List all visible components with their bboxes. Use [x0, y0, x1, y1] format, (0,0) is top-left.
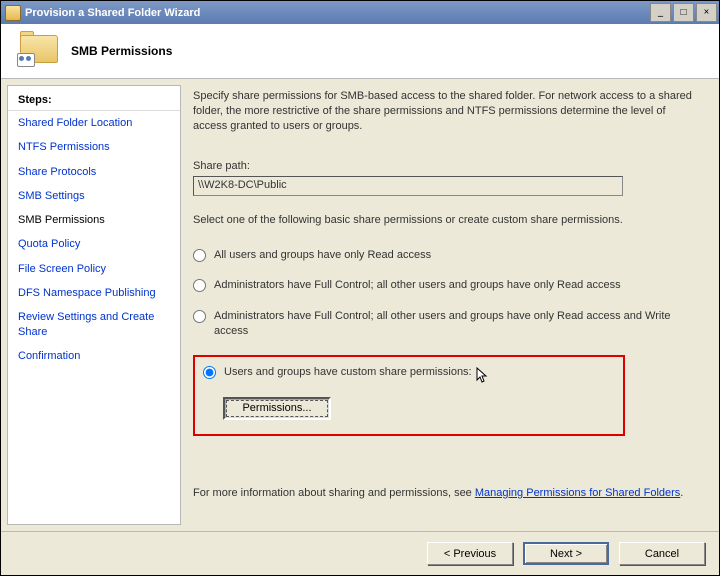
radio-option-custom[interactable]: Users and groups have custom share permi… — [203, 365, 615, 383]
radio-input[interactable] — [193, 310, 206, 323]
maximize-button[interactable]: □ — [673, 3, 694, 22]
window-title: Provision a Shared Folder Wizard — [25, 7, 650, 19]
cursor-icon — [476, 367, 490, 385]
radio-input[interactable] — [193, 279, 206, 292]
sidebar-step[interactable]: Review Settings and Create Share — [8, 305, 180, 344]
radio-label: Users and groups have custom share permi… — [224, 365, 472, 380]
radio-option-admin-full-readwrite[interactable]: Administrators have Full Control; all ot… — [193, 309, 701, 339]
permissions-button[interactable]: Permissions... — [223, 397, 331, 420]
app-icon — [5, 5, 21, 21]
sidebar-step[interactable]: Quota Policy — [8, 232, 180, 256]
radio-option-read-only[interactable]: All users and groups have only Read acce… — [193, 248, 701, 263]
instruction-text: Select one of the following basic share … — [193, 214, 701, 226]
sharepath-label: Share path: — [193, 160, 701, 172]
close-button[interactable]: × — [696, 3, 717, 22]
folder-share-icon — [17, 33, 61, 69]
highlight-annotation: Users and groups have custom share permi… — [193, 355, 625, 436]
wizard-window: Provision a Shared Folder Wizard _ □ × S… — [0, 0, 720, 576]
page-title: SMB Permissions — [71, 44, 172, 58]
steps-sidebar: Steps: Shared Folder LocationNTFS Permis… — [7, 85, 181, 525]
sidebar-step[interactable]: Confirmation — [8, 344, 180, 368]
managing-permissions-link[interactable]: Managing Permissions for Shared Folders — [475, 487, 680, 499]
radio-input[interactable] — [203, 366, 216, 379]
minimize-button[interactable]: _ — [650, 3, 671, 22]
sidebar-step[interactable]: SMB Settings — [8, 184, 180, 208]
sidebar-step[interactable]: DFS Namespace Publishing — [8, 281, 180, 305]
radio-label: Administrators have Full Control; all ot… — [214, 309, 701, 339]
header: SMB Permissions — [1, 24, 719, 79]
radio-option-admin-full-read[interactable]: Administrators have Full Control; all ot… — [193, 278, 701, 293]
radio-input[interactable] — [193, 249, 206, 262]
sidebar-step[interactable]: Shared Folder Location — [8, 111, 180, 135]
content-pane: Specify share permissions for SMB-based … — [187, 85, 713, 525]
description-text: Specify share permissions for SMB-based … — [193, 89, 701, 134]
titlebar[interactable]: Provision a Shared Folder Wizard _ □ × — [1, 1, 719, 24]
sidebar-step[interactable]: SMB Permissions — [8, 208, 180, 232]
sidebar-step[interactable]: Share Protocols — [8, 160, 180, 184]
steps-heading: Steps: — [8, 90, 180, 111]
next-button[interactable]: Next > — [523, 542, 609, 565]
cancel-button[interactable]: Cancel — [619, 542, 705, 565]
sidebar-step[interactable]: NTFS Permissions — [8, 135, 180, 159]
more-info-text: For more information about sharing and p… — [193, 486, 701, 501]
footer: < Previous Next > Cancel — [1, 531, 719, 575]
previous-button[interactable]: < Previous — [427, 542, 513, 565]
radio-label: All users and groups have only Read acce… — [214, 248, 431, 263]
radio-label: Administrators have Full Control; all ot… — [214, 278, 621, 293]
sidebar-step[interactable]: File Screen Policy — [8, 257, 180, 281]
sharepath-field: \\W2K8-DC\Public — [193, 176, 623, 196]
